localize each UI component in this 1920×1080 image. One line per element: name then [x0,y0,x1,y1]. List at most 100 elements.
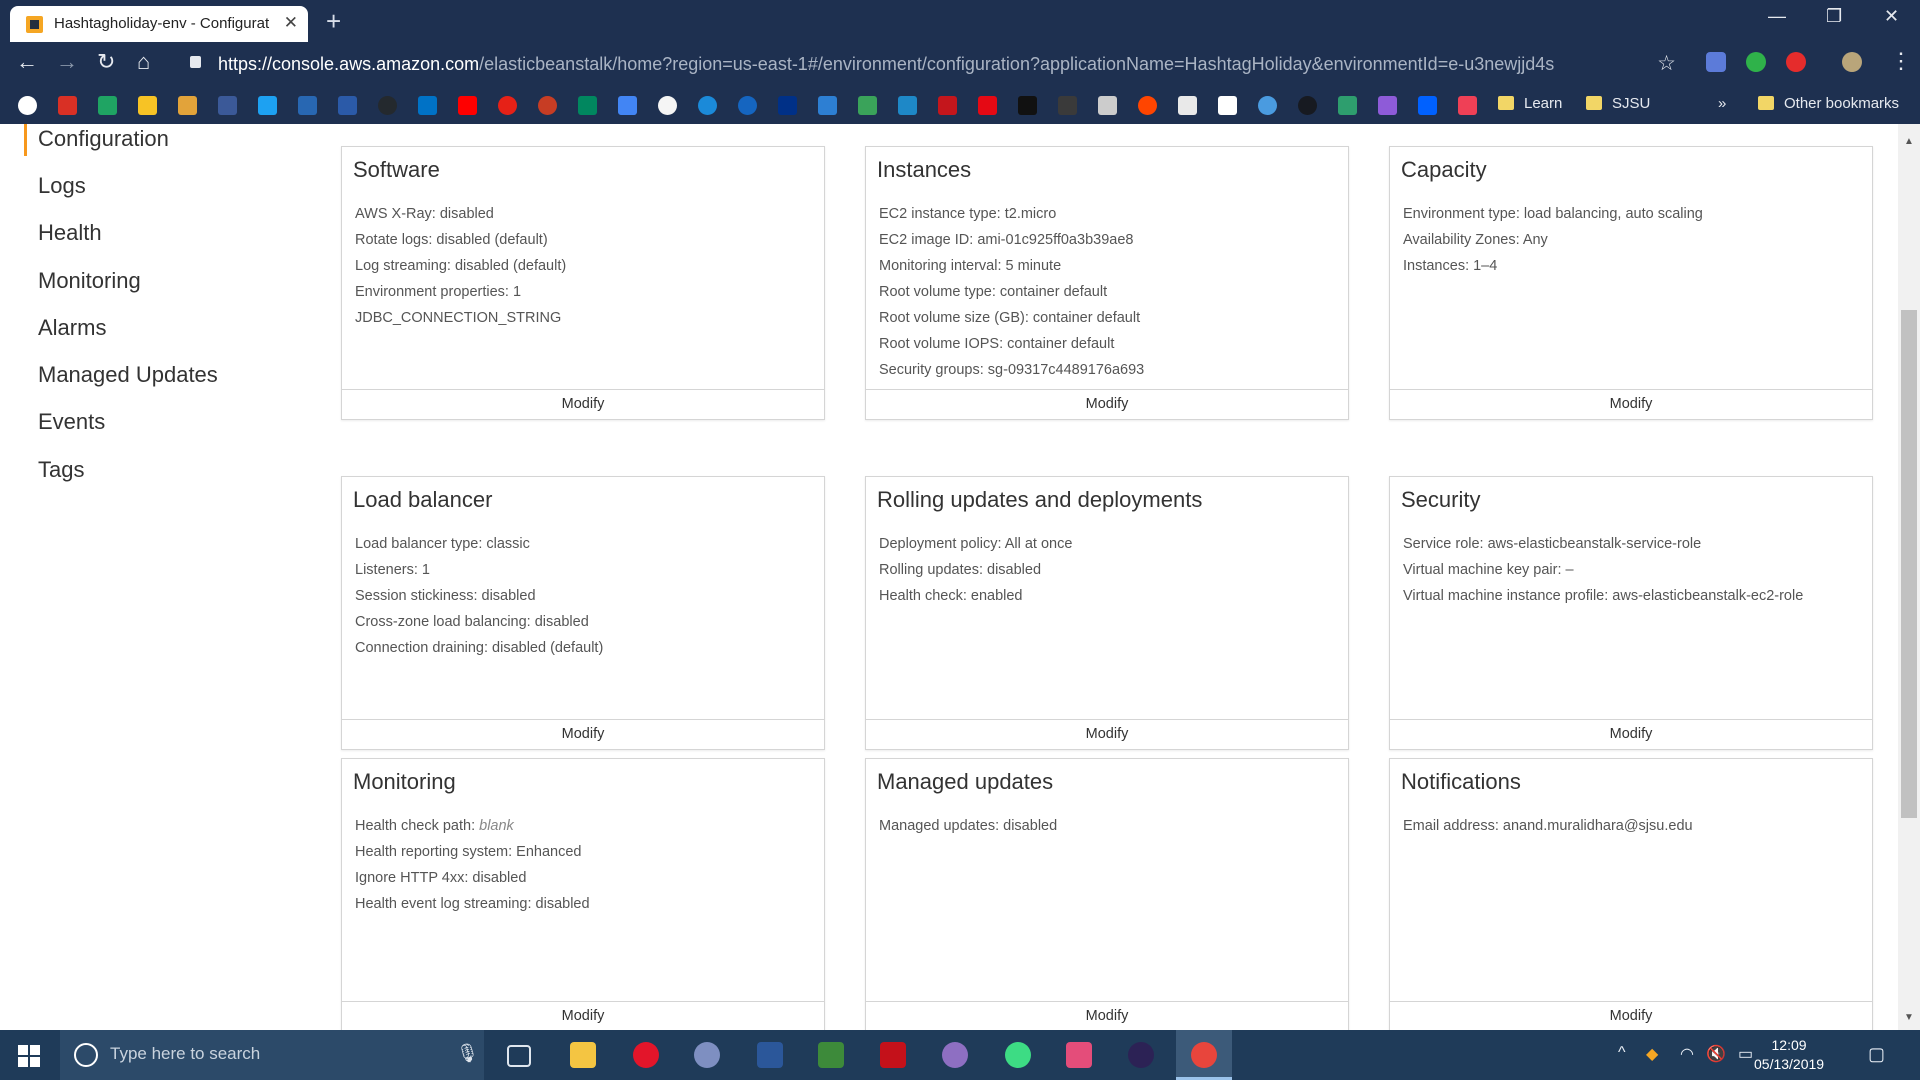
nav-item-logs[interactable]: Logs [38,173,86,199]
globe-bookmark-icon[interactable] [658,96,677,115]
nav-item-tags[interactable]: Tags [38,457,84,483]
outlook-bookmark-icon[interactable] [418,96,437,115]
bookmark-folder-other[interactable]: Other bookmarks [1758,95,1899,112]
modify-software-button[interactable]: Modify [342,389,824,419]
intellij-icon[interactable] [1066,1042,1092,1068]
modify-managed-updates-button[interactable]: Modify [866,1001,1348,1030]
map-pin-bookmark-icon[interactable] [1258,96,1277,115]
bookmark-star-icon[interactable]: ☆ [1657,51,1676,76]
modify-rolling-updates-button[interactable]: Modify [866,719,1348,749]
close-window-button[interactable]: ✕ [1884,6,1899,27]
notifications-icon[interactable]: ▢ [1868,1044,1885,1065]
nav-item-events[interactable]: Events [38,409,105,435]
wifi-icon[interactable]: ◠ [1680,1044,1694,1064]
keep-bookmark-icon[interactable] [138,96,157,115]
browser-tab-active[interactable]: Hashtagholiday-env - Configurat ✕ [10,6,308,42]
pocket-bookmark-icon[interactable] [1458,96,1477,115]
gd-bookmark-icon[interactable] [938,96,957,115]
house-bookmark-icon[interactable] [1338,96,1357,115]
scroll-down-arrow-icon[interactable]: ▼ [1904,1012,1914,1023]
gear-bookmark-icon[interactable] [738,96,757,115]
restore-window-button[interactable]: ❐ [1826,6,1842,27]
drive-bookmark-icon[interactable] [98,96,117,115]
nav-item-managed-updates[interactable]: Managed Updates [38,362,218,388]
android-studio-icon[interactable] [1005,1042,1031,1068]
profile-avatar[interactable] [1842,52,1862,72]
mail-extension-icon[interactable] [1706,52,1726,72]
cortana-icon[interactable] [74,1043,98,1067]
minimize-window-button[interactable]: — [1768,6,1786,27]
battery-icon[interactable]: ▭ [1738,1044,1753,1064]
nav-item-configuration[interactable]: Configuration [38,126,169,152]
torrent-icon[interactable] [694,1042,720,1068]
reddit-bookmark-icon[interactable] [1138,96,1157,115]
tray-app-icon[interactable]: ◆ [1646,1044,1658,1064]
linkedin-bookmark-icon[interactable] [298,96,317,115]
dropbox-bookmark-icon[interactable] [1418,96,1437,115]
google-bookmark-icon[interactable] [18,96,37,115]
nav-item-monitoring[interactable]: Monitoring [38,268,141,294]
app-bookmark-icon[interactable] [818,96,837,115]
scrollbar-thumb[interactable] [1901,310,1917,818]
word-icon[interactable] [757,1042,783,1068]
volume-muted-icon[interactable]: 🔇 [1706,1044,1726,1064]
reload-icon[interactable]: ↻ [97,49,115,75]
bookmarks-overflow-button[interactable]: » [1718,95,1726,112]
youtube-music-bookmark-icon[interactable] [498,96,517,115]
page-scrollbar[interactable]: ▲ ▼ [1898,124,1920,1030]
facebook-bookmark-icon[interactable] [218,96,237,115]
eclipse-icon[interactable] [1128,1042,1154,1068]
paypal-bookmark-icon[interactable] [778,96,797,115]
acrobat-icon[interactable] [880,1042,906,1068]
chrome-taskbar-button[interactable] [1176,1030,1232,1080]
modify-capacity-button[interactable]: Modify [1390,389,1872,419]
task-view-icon[interactable] [507,1045,531,1067]
play-store-bookmark-icon[interactable] [578,96,597,115]
taskbar-clock[interactable]: 12:09 05/13/2019 [1754,1036,1824,1074]
nav-item-health[interactable]: Health [38,220,102,246]
gmail-bookmark-icon[interactable] [58,96,77,115]
forward-arrow-icon[interactable]: → [56,49,78,75]
opera-icon[interactable] [633,1042,659,1068]
nav-item-alarms[interactable]: Alarms [38,315,106,341]
modify-security-button[interactable]: Modify [1390,719,1872,749]
back-arrow-icon[interactable]: ← [16,49,38,75]
modify-instances-button[interactable]: Modify [866,389,1348,419]
browser-menu-icon[interactable]: ⋮ [1890,48,1912,74]
green-extension-icon[interactable] [1746,52,1766,72]
netflix-bookmark-icon[interactable] [978,96,997,115]
triangle-bookmark-icon[interactable] [1378,96,1397,115]
blue-circle-bookmark-icon[interactable] [698,96,717,115]
bookmark-icon-nine[interactable] [1018,96,1037,115]
bookmark-folder-learn[interactable]: Learn [1498,95,1562,112]
tab-close-icon[interactable]: ✕ [284,13,298,33]
pdf-bookmark-icon[interactable] [1098,96,1117,115]
photos-bookmark-icon[interactable] [178,96,197,115]
home-icon[interactable]: ⌂ [137,49,150,75]
taskbar-search-box[interactable]: Type here to search 🎙 [60,1030,484,1080]
fish-bookmark-icon[interactable] [898,96,917,115]
steam-bookmark-icon[interactable] [1298,96,1317,115]
twitter-bookmark-icon[interactable] [258,96,277,115]
spreadsheet-app-icon[interactable] [818,1042,844,1068]
diamond-bookmark-icon[interactable] [858,96,877,115]
translate-bookmark-icon[interactable] [618,96,637,115]
new-tab-button[interactable]: + [326,6,341,37]
dark-bookmark-icon[interactable] [1058,96,1077,115]
youtube-bookmark-icon[interactable] [458,96,477,115]
windows-start-icon[interactable] [18,1045,40,1067]
modify-load-balancer-button[interactable]: Modify [342,719,824,749]
file-explorer-icon[interactable] [570,1042,596,1068]
xd-bookmark-icon[interactable] [1178,96,1197,115]
microphone-icon[interactable]: 🎙 [456,1043,479,1064]
bookmark-folder-sjsu[interactable]: SJSU [1586,95,1650,112]
show-hidden-icons-icon[interactable]: ^ [1618,1044,1626,1062]
quora-bookmark-icon[interactable] [538,96,557,115]
modify-monitoring-button[interactable]: Modify [342,1001,824,1030]
modify-notifications-button[interactable]: Modify [1390,1001,1872,1030]
red-extension-icon[interactable] [1786,52,1806,72]
address-bar[interactable]: https://console.aws.amazon.com/elasticbe… [172,46,1698,82]
scroll-up-arrow-icon[interactable]: ▲ [1904,136,1914,147]
github-bookmark-icon[interactable] [378,96,397,115]
amazon-bookmark-icon[interactable] [1218,96,1237,115]
